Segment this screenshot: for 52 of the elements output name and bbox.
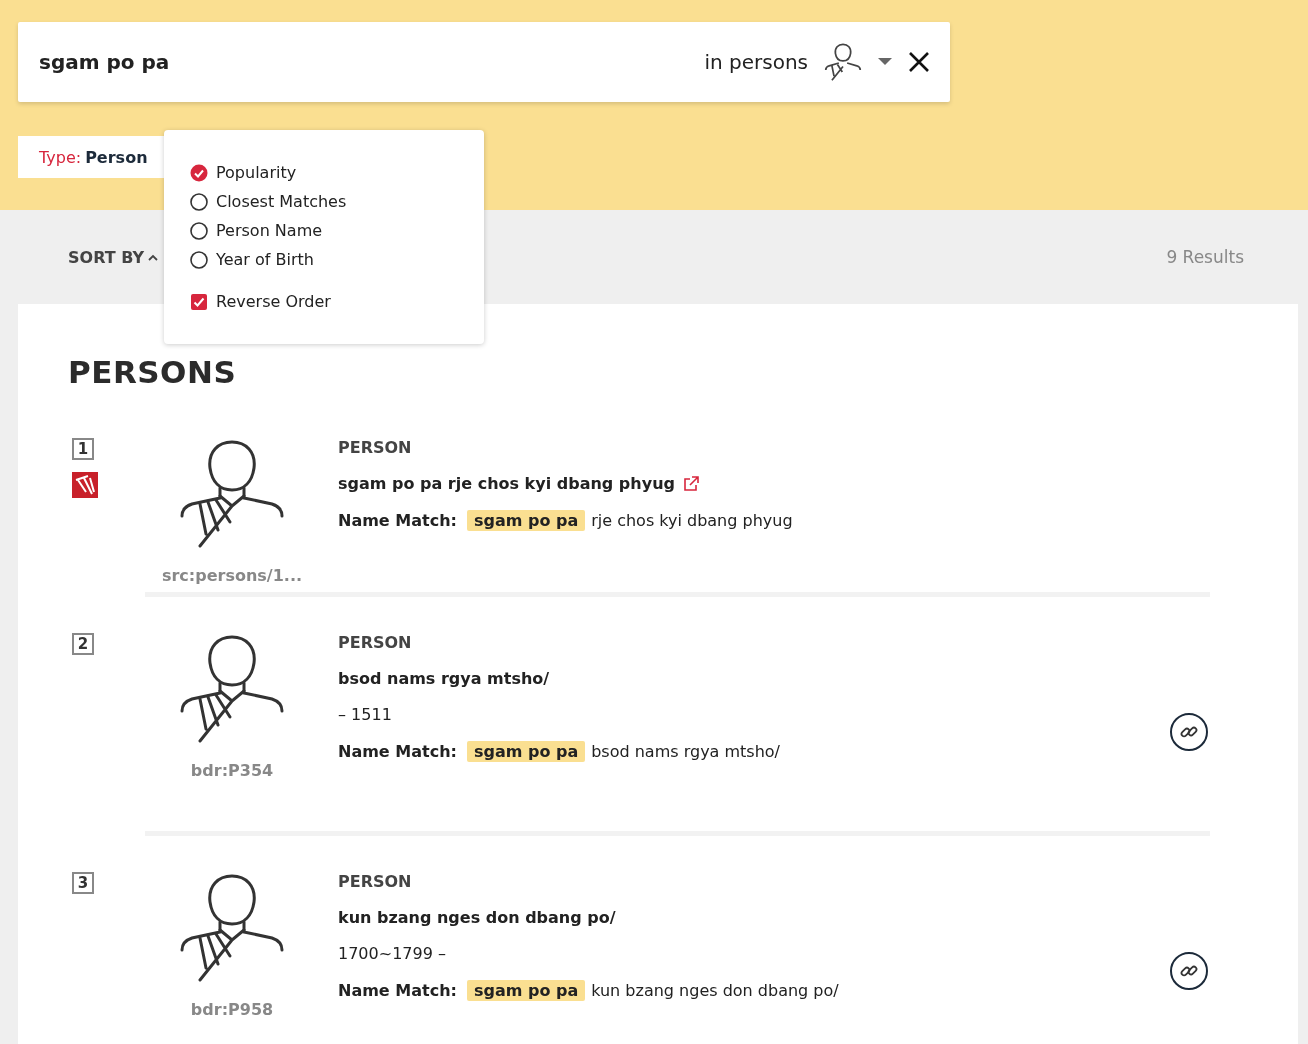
radio-button[interactable] — [190, 163, 208, 182]
result-type: PERSON — [338, 872, 413, 891]
radio-button[interactable] — [190, 221, 208, 240]
result-number: 2 — [72, 633, 94, 655]
filter-value: Person — [85, 147, 148, 167]
reverse-order-option[interactable]: Reverse Order — [216, 292, 331, 311]
search-scope: in persons — [704, 50, 808, 74]
match-label: Name Match: — [338, 981, 457, 1000]
external-link-icon[interactable] — [682, 475, 699, 492]
sort-option[interactable]: Popularity — [216, 163, 297, 182]
record-id: bdr:P958 — [190, 1000, 274, 1019]
sort-option[interactable]: Year of Birth — [216, 250, 314, 269]
match-text: bsod nams rgya mtsho/ — [591, 742, 780, 761]
result-number: 3 — [72, 872, 94, 894]
source-logo-icon — [72, 472, 98, 498]
search-field[interactable]: sgam po pa in persons — [18, 22, 950, 102]
result-dates: 1700~1799 – — [338, 944, 447, 963]
caret-icon — [148, 253, 159, 261]
link-button[interactable] — [1170, 713, 1208, 751]
match-highlight: sgam po pa — [466, 510, 586, 531]
section-title: PERSONS — [68, 354, 238, 390]
sort-option[interactable]: Closest Matches — [216, 192, 347, 211]
match-highlight: sgam po pa — [466, 741, 586, 762]
dropdown-caret-icon[interactable] — [878, 58, 892, 66]
person-icon[interactable] — [824, 43, 862, 81]
link-button[interactable] — [1170, 952, 1208, 990]
person-avatar-icon — [180, 633, 284, 743]
close-icon[interactable] — [908, 51, 930, 73]
result-title[interactable]: sgam po pa rje chos kyi dbang phyug — [338, 474, 675, 493]
result-type: PERSON — [338, 633, 413, 652]
person-avatar-icon — [180, 438, 284, 548]
match-highlight: sgam po pa — [466, 980, 586, 1001]
search-query: sgam po pa — [39, 50, 171, 74]
checkbox[interactable] — [190, 292, 208, 311]
result-title[interactable]: bsod nams rgya mtsho/ — [338, 669, 550, 688]
filter-label: Type: — [39, 147, 82, 167]
match-label: Name Match: — [338, 511, 457, 530]
sort-by-button[interactable]: SORT BY — [68, 247, 159, 267]
match-text: rje chos kyi dbang phyug — [591, 511, 793, 530]
record-id: bdr:P354 — [190, 761, 274, 780]
person-avatar-icon — [180, 872, 284, 982]
radio-button[interactable] — [190, 250, 208, 269]
match-text: kun bzang nges don dbang po/ — [591, 981, 839, 1000]
sort-option[interactable]: Person Name — [216, 221, 323, 240]
result-type: PERSON — [338, 438, 413, 457]
record-id: src:persons/1... — [161, 566, 303, 585]
radio-button[interactable] — [190, 192, 208, 211]
result-dates: – 1511 — [338, 705, 393, 724]
result-title[interactable]: kun bzang nges don dbang po/ — [338, 908, 616, 927]
results-count: 9 Results — [1166, 247, 1244, 267]
result-number: 1 — [72, 438, 94, 460]
match-label: Name Match: — [338, 742, 457, 761]
